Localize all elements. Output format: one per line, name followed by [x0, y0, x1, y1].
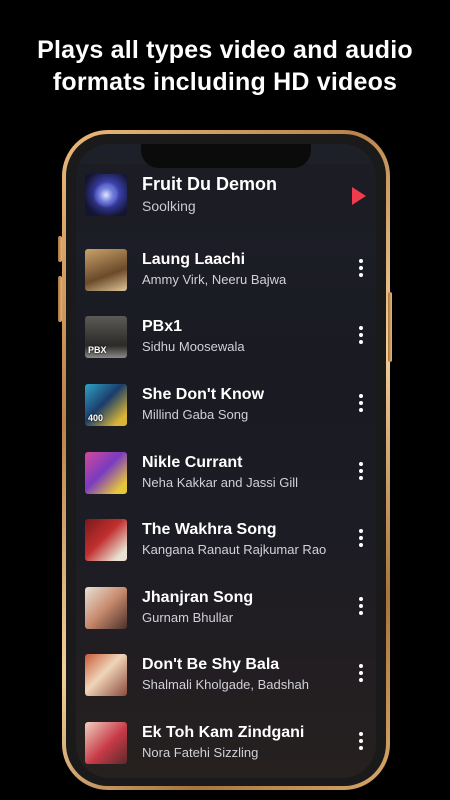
artwork-text: PBX: [88, 345, 107, 355]
song-artist: Sidhu Moosewala: [142, 339, 245, 354]
song-title: She Don't Know: [142, 386, 265, 403]
more-options-icon[interactable]: [356, 529, 366, 551]
song-list-item[interactable]: Laung Laachi Ammy Virk, Neeru Bajwa: [76, 245, 376, 297]
more-options-icon[interactable]: [356, 732, 366, 754]
song-title: Jhanjran Song: [142, 589, 254, 606]
more-options-icon[interactable]: [356, 394, 366, 416]
phone-screen: Fruit Du Demon Soolking Laung Laachi Amm…: [76, 144, 376, 778]
song-list-item[interactable]: PBX PBx1 Sidhu Moosewala: [76, 312, 376, 364]
now-playing-title: Fruit Du Demon: [142, 174, 277, 194]
phone-notch: [141, 144, 311, 168]
artwork-text: 400: [88, 413, 104, 423]
song-artist: Ammy Virk, Neeru Bajwa: [142, 272, 287, 287]
phone-side-button: [58, 276, 62, 322]
song-list-item[interactable]: Jhanjran Song Gurnam Bhullar: [76, 583, 376, 635]
more-options-icon[interactable]: [356, 326, 366, 348]
more-options-icon[interactable]: [356, 259, 366, 281]
more-options-icon[interactable]: [356, 664, 366, 686]
song-artwork: [85, 587, 127, 629]
song-title: Nikle Currant: [142, 454, 243, 471]
now-playing-bar[interactable]: Fruit Du Demon Soolking: [76, 164, 376, 232]
song-artist: Millind Gaba Song: [142, 407, 249, 422]
song-artwork: [85, 519, 127, 561]
song-title: The Wakhra Song: [142, 521, 277, 538]
song-artist: Gurnam Bhullar: [142, 610, 234, 625]
headline-line-1: Plays all types video and audio: [37, 36, 413, 64]
phone-side-button: [58, 236, 62, 262]
phone-power-button: [388, 292, 392, 362]
song-artwork: [85, 249, 127, 291]
song-artist: Neha Kakkar and Jassi Gill: [142, 475, 299, 490]
song-title: Laung Laachi: [142, 251, 246, 268]
song-list-item[interactable]: Ek Toh Kam Zindgani Nora Fatehi Sizzling: [76, 718, 376, 770]
play-icon[interactable]: [352, 187, 366, 205]
song-artwork: 400: [85, 384, 127, 426]
song-title: Don't Be Shy Bala: [142, 656, 280, 673]
more-options-icon[interactable]: [356, 462, 366, 484]
song-list-item[interactable]: Don't Be Shy Bala Shalmali Kholgade, Bad…: [76, 650, 376, 702]
song-artwork: [85, 452, 127, 494]
more-options-icon[interactable]: [356, 597, 366, 619]
song-title: Ek Toh Kam Zindgani: [142, 724, 305, 741]
now-playing-artwork: [85, 174, 127, 216]
song-list-item[interactable]: 400 She Don't Know Millind Gaba Song: [76, 380, 376, 432]
song-artwork: [85, 654, 127, 696]
song-artwork: [85, 722, 127, 764]
song-artist: Nora Fatehi Sizzling: [142, 745, 259, 760]
song-list-item[interactable]: Nikle Currant Neha Kakkar and Jassi Gill: [76, 448, 376, 500]
song-artwork: PBX: [85, 316, 127, 358]
song-artist: Kangana Ranaut Rajkumar Rao: [142, 542, 327, 557]
song-list-item[interactable]: The Wakhra Song Kangana Ranaut Rajkumar …: [76, 515, 376, 567]
song-artist: Shalmali Kholgade, Badshah: [142, 677, 309, 692]
song-title: PBx1: [142, 318, 183, 335]
headline-line-2: formats including HD videos: [52, 68, 398, 96]
promo-headline: Plays all types video and audio formats …: [0, 34, 450, 98]
now-playing-artist: Soolking: [142, 198, 196, 214]
